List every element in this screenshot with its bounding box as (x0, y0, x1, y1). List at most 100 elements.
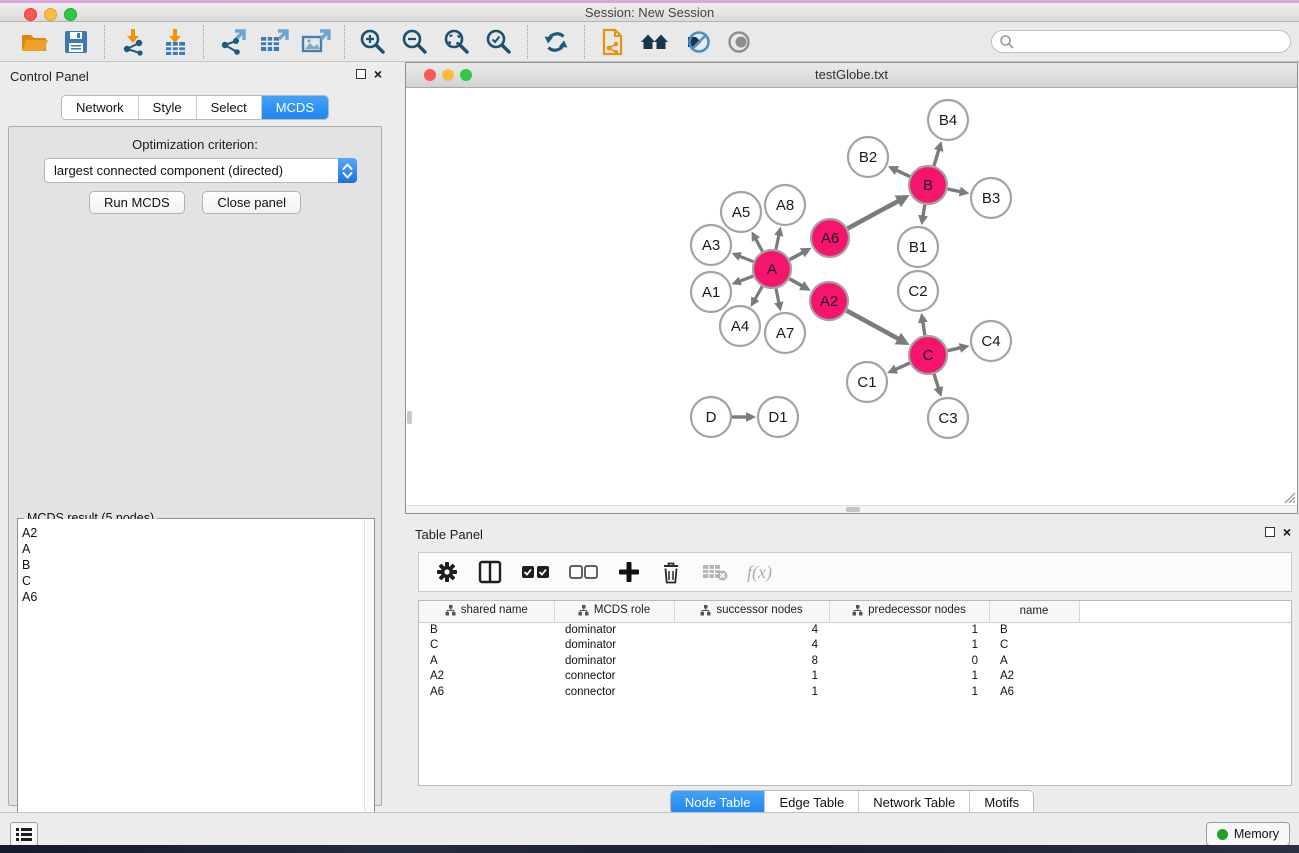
close-panel-icon[interactable]: × (374, 69, 382, 79)
criterion-dropdown[interactable]: largest connected component (directed) (44, 158, 357, 183)
delete-column-button[interactable] (659, 557, 683, 587)
mcds-result-item[interactable]: A6 (22, 589, 374, 605)
table-cell[interactable]: connector (554, 669, 674, 685)
table-cell[interactable]: 4 (674, 638, 829, 654)
deselect-all-button[interactable] (569, 557, 599, 587)
zoom-out-button[interactable] (399, 26, 431, 58)
column-header[interactable]: predecessor nodes (829, 601, 989, 622)
table-row[interactable]: A2connector11A2 (419, 669, 1291, 685)
network-vertical-scroll-thumb[interactable] (407, 411, 412, 424)
import-network-button[interactable] (117, 26, 149, 58)
table-cell[interactable]: A2 (989, 669, 1079, 685)
graph-edge-A-A8[interactable] (776, 235, 779, 250)
graph-edge-A2-C[interactable] (847, 311, 899, 339)
show-graphics-details-button[interactable] (723, 26, 755, 58)
table-cell[interactable]: dominator (554, 653, 674, 669)
column-header[interactable]: name (989, 601, 1079, 622)
table-cell[interactable]: 1 (829, 622, 989, 638)
graph-edge-A-A2[interactable] (789, 279, 802, 286)
graph-edge-B-B4[interactable] (934, 149, 939, 165)
graph-edge-C-C1[interactable] (895, 363, 909, 369)
close-table-panel-icon[interactable]: × (1283, 527, 1291, 537)
window-resize-grip[interactable] (1283, 491, 1296, 504)
table-row[interactable]: Bdominator41B (419, 622, 1291, 638)
import-table-button[interactable] (159, 26, 191, 58)
memory-button[interactable]: Memory (1206, 822, 1290, 846)
table-cell[interactable]: A (419, 653, 554, 669)
apply-layout-button[interactable] (540, 26, 572, 58)
export-network-button[interactable] (216, 26, 248, 58)
graph-edge-A-A1[interactable] (739, 276, 753, 281)
tab-edge-table[interactable]: Edge Table (764, 791, 858, 814)
table-cell[interactable]: 0 (829, 653, 989, 669)
tab-motifs[interactable]: Motifs (969, 791, 1033, 814)
tab-network-table[interactable]: Network Table (858, 791, 969, 814)
open-session-button[interactable] (18, 26, 50, 58)
float-table-panel-icon[interactable] (1265, 527, 1275, 537)
zoom-in-button[interactable] (357, 26, 389, 58)
export-table-button[interactable] (258, 26, 290, 58)
zoom-selected-button[interactable] (483, 26, 515, 58)
result-list-scrollbar[interactable] (364, 519, 374, 853)
graph-edge-B-B2[interactable] (896, 170, 910, 176)
table-cell[interactable]: connector (554, 684, 674, 700)
graph-edge-A6-B[interactable] (848, 201, 899, 229)
mcds-result-item[interactable]: A (22, 541, 374, 557)
table-cell[interactable]: A (989, 653, 1079, 669)
new-network-from-file-button[interactable] (597, 26, 629, 58)
table-cell[interactable]: 1 (829, 684, 989, 700)
tab-select[interactable]: Select (196, 96, 261, 119)
float-panel-icon[interactable] (356, 69, 366, 79)
show-columns-button[interactable] (477, 557, 503, 587)
graph-edge-B-B3[interactable] (948, 189, 961, 192)
table-row[interactable]: Adominator80A (419, 653, 1291, 669)
network-horizontal-scroll-thumb[interactable] (846, 507, 860, 512)
table-cell[interactable]: 8 (674, 653, 829, 669)
run-mcds-button[interactable]: Run MCDS (89, 191, 185, 214)
show-tasks-button[interactable] (10, 822, 38, 846)
table-cell[interactable]: A6 (989, 684, 1079, 700)
zoom-fit-button[interactable] (441, 26, 473, 58)
column-header[interactable]: MCDS role (554, 601, 674, 622)
select-all-button[interactable] (521, 557, 551, 587)
table-cell[interactable]: 4 (674, 622, 829, 638)
tab-network[interactable]: Network (62, 96, 138, 119)
table-cell[interactable]: 1 (674, 684, 829, 700)
main-titlebar[interactable]: Session: New Session (0, 3, 1299, 22)
table-cell[interactable]: 1 (829, 669, 989, 685)
graph-edge-A-A3[interactable] (739, 256, 753, 262)
session-search-input[interactable] (991, 30, 1291, 53)
table-cell[interactable]: A2 (419, 669, 554, 685)
graph-edge-B-B1[interactable] (923, 205, 925, 217)
graph-edge-C-C2[interactable] (923, 321, 925, 335)
table-cell[interactable]: B (419, 622, 554, 638)
export-image-button[interactable] (300, 26, 332, 58)
table-row[interactable]: A6connector11A6 (419, 684, 1291, 700)
table-cell[interactable]: dominator (554, 622, 674, 638)
graph-edge-A-A7[interactable] (776, 289, 779, 304)
table-cell[interactable]: C (419, 638, 554, 654)
home-button[interactable] (639, 26, 671, 58)
mcds-result-item[interactable]: B (22, 557, 374, 573)
table-cell[interactable]: C (989, 638, 1079, 654)
table-cell[interactable]: 1 (829, 638, 989, 654)
close-panel-button[interactable]: Close panel (202, 191, 301, 214)
mcds-result-item[interactable]: A2 (22, 525, 374, 541)
table-cell[interactable]: A6 (419, 684, 554, 700)
mcds-result-item[interactable]: C (22, 573, 374, 589)
table-settings-button[interactable] (435, 557, 459, 587)
tab-node-table[interactable]: Node Table (671, 791, 765, 814)
table-cell[interactable]: dominator (554, 638, 674, 654)
graph-edge-A-A5[interactable] (755, 239, 762, 252)
create-column-button[interactable] (617, 557, 641, 587)
graph-edge-A-A4[interactable] (755, 286, 762, 299)
network-canvas[interactable]: B4B2BB3A5A8A6A3AB1A1C2A2A4A7C4CC1C3DD1 (406, 88, 1297, 506)
graph-edge-C-C4[interactable] (948, 348, 961, 351)
network-window-titlebar[interactable]: testGlobe.txt (406, 63, 1297, 88)
table-row[interactable]: Cdominator41C (419, 638, 1291, 654)
column-header[interactable]: successor nodes (674, 601, 829, 622)
table-cell[interactable]: B (989, 622, 1079, 638)
table-cell[interactable]: 1 (674, 669, 829, 685)
graph-edge-C-C3[interactable] (934, 374, 939, 389)
tab-mcds[interactable]: MCDS (261, 96, 328, 119)
